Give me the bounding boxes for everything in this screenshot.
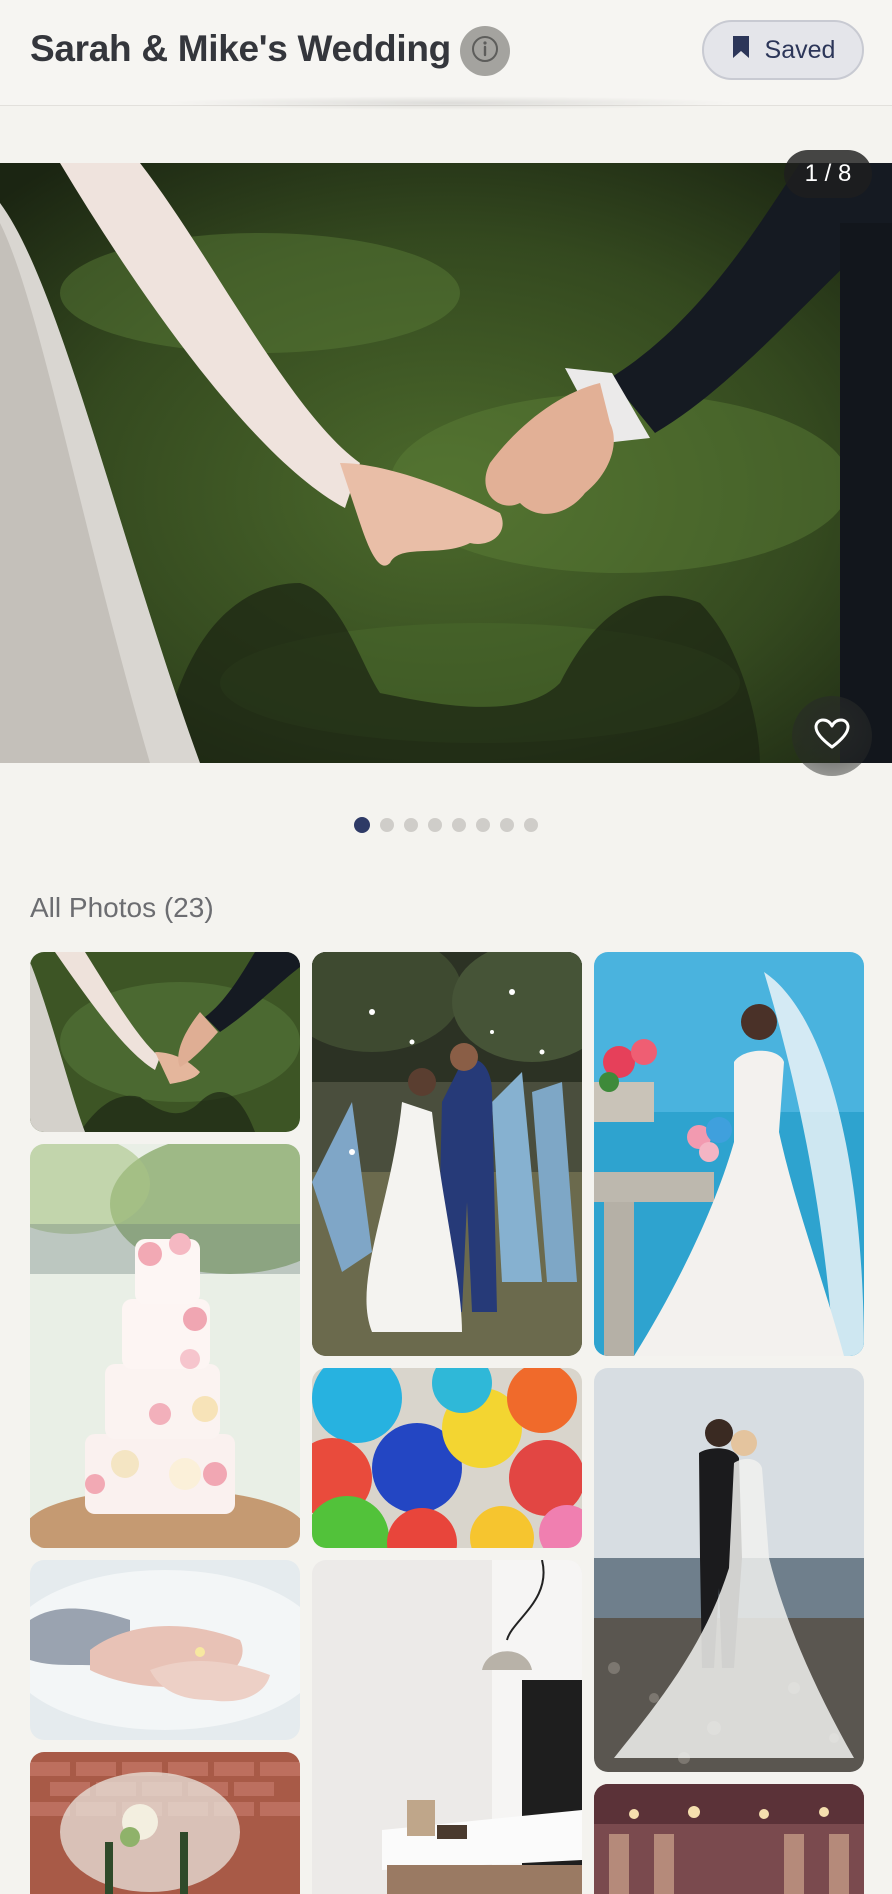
carousel-dot-8[interactable] (524, 818, 538, 832)
heart-outline-icon (814, 718, 850, 755)
carousel-dot-7[interactable] (500, 818, 514, 832)
photo-tile-wedding-cake[interactable] (30, 1144, 300, 1548)
info-icon (470, 34, 500, 69)
photo-tile-ballroom[interactable] (594, 1784, 864, 1894)
carousel-dot-4[interactable] (428, 818, 442, 832)
favorite-button[interactable] (792, 696, 872, 776)
photo-tile-hands-holding[interactable] (30, 952, 300, 1132)
gallery-title: All Photos (23) (30, 892, 214, 923)
info-button[interactable] (460, 26, 510, 76)
saved-label: Saved (764, 35, 836, 64)
carousel-dot-5[interactable] (452, 818, 466, 832)
saved-button[interactable]: Saved (702, 20, 864, 80)
photo-counter: 1 / 8 (784, 150, 872, 198)
carousel-dot-6[interactable] (476, 818, 490, 832)
hero-photo[interactable] (0, 163, 892, 763)
carousel-dots (0, 816, 892, 834)
photo-tile-couple-kiss-petals[interactable] (312, 952, 582, 1356)
photo-tile-table-decor[interactable] (30, 1752, 300, 1894)
carousel-dot-3[interactable] (404, 818, 418, 832)
carousel-dot-2[interactable] (380, 818, 394, 832)
bookmark-icon (731, 35, 751, 66)
top-bar: Sarah & Mike's Wedding Saved (0, 0, 892, 106)
page-title: Sarah & Mike's Wedding (30, 28, 451, 69)
photo-tile-bride-by-sea[interactable] (594, 952, 864, 1356)
photo-tile-interior-lamp[interactable] (312, 1560, 582, 1894)
photo-tile-couple-on-beach[interactable] (594, 1368, 864, 1772)
photo-tile-balloons[interactable] (312, 1368, 582, 1548)
carousel-dot-1[interactable] (354, 817, 370, 833)
photo-tile-ring-hands[interactable] (30, 1560, 300, 1740)
